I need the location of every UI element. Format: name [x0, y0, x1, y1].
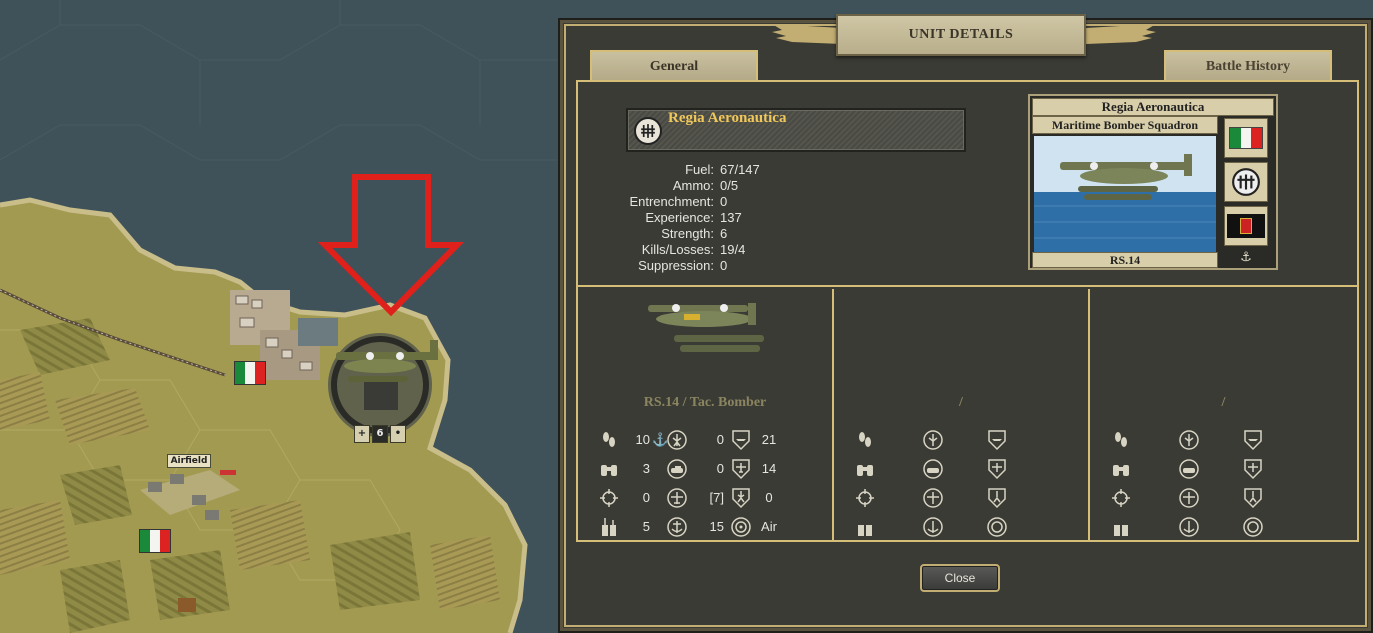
ground-defense-icon	[1242, 487, 1264, 509]
soft-attack-icon	[1178, 429, 1200, 451]
card-header: Regia Aeronautica	[1032, 98, 1274, 116]
stat-strength: Strength: 6	[661, 226, 728, 241]
soft-attack-icon	[922, 429, 944, 451]
naval-attack-icon	[666, 516, 688, 538]
panel-title: UNIT DETAILS	[836, 14, 1086, 56]
stat-experience: Experience: 137	[645, 210, 742, 225]
watchtower	[178, 598, 196, 612]
naval-defense-icon	[986, 429, 1008, 451]
range-crosshair-icon	[598, 487, 620, 509]
range-crosshair-icon	[854, 487, 876, 509]
stat-ammo: Ammo: 0/5	[672, 178, 739, 193]
air-defense-icon	[730, 458, 752, 480]
target-type-icon	[986, 516, 1008, 538]
naval-attack-icon	[1178, 516, 1200, 538]
hard-attack-icon	[1178, 458, 1200, 480]
soft-attack-icon	[666, 429, 688, 451]
stat-kills-losses: Kills/Losses: 19/4	[641, 242, 746, 257]
wing-ornament-left-icon	[772, 24, 842, 44]
unit-stats: Fuel: 67/147 Ammo: 0/5 Entrenchment: 0 Expe…	[604, 162, 760, 274]
binoculars-icon	[598, 458, 620, 480]
binoculars-icon	[854, 458, 876, 480]
unit-details-panel: UNIT DETAILS General Battle History Regi…	[558, 14, 1373, 633]
unit-slot-2[interactable]: /	[834, 289, 1090, 542]
footprints-icon	[598, 429, 620, 451]
slot-unit-name: /	[959, 395, 963, 410]
unit-attributes-grid	[854, 425, 1074, 541]
unit-strength-badge[interactable]: + 6 •	[354, 425, 406, 443]
airfield-label: Airfield	[167, 454, 211, 468]
card-side-icons: ⚓	[1222, 118, 1272, 265]
close-button[interactable]: Close	[920, 564, 1000, 592]
italy-flag-icon	[1224, 118, 1268, 158]
italy-flag-town	[234, 361, 266, 385]
badge-move-type: +	[354, 425, 370, 443]
unit-summary: Regia Aeronautica Fuel: 67/147 Ammo: 0/5 E…	[578, 82, 1357, 287]
unit-name-bar: Regia Aeronautica	[626, 108, 966, 152]
radio-icon	[1110, 516, 1132, 538]
naval-attack-icon	[922, 516, 944, 538]
badge-status: •	[390, 425, 406, 443]
card-subtitle: Maritime Bomber Squadron	[1032, 116, 1218, 134]
tab-general[interactable]: General	[590, 50, 758, 82]
radio-icon	[598, 516, 620, 538]
unit-card: Regia Aeronautica Maritime Bomber Squadr…	[1028, 94, 1278, 270]
regia-marina-flag-icon	[1224, 206, 1268, 246]
naval-defense-icon	[730, 429, 752, 451]
slot-unit-name: /	[1221, 395, 1226, 410]
branch-emblem-icon	[634, 117, 662, 145]
unit-photo	[1034, 136, 1216, 252]
stat-fuel: Fuel: 67/147	[685, 162, 760, 177]
unit-slot-3[interactable]: /	[1090, 289, 1357, 542]
air-attack-icon	[1178, 487, 1200, 509]
binoculars-icon	[1110, 458, 1132, 480]
target-type-icon	[730, 516, 752, 538]
radio-icon	[854, 516, 876, 538]
unit-attributes-grid	[1110, 425, 1330, 541]
footprints-icon	[854, 429, 876, 451]
air-attack-icon	[666, 487, 688, 509]
anchor-icon: ⚓	[652, 431, 669, 447]
attr-row-spotting: 3 0 14	[598, 454, 818, 483]
badge-strength: 6	[372, 425, 388, 443]
card-model: RS.14	[1032, 252, 1218, 268]
attr-row-movement: 10 ⚓ 0 21	[598, 425, 818, 454]
italy-flag-airfield	[139, 529, 171, 553]
hard-attack-icon	[922, 458, 944, 480]
unit-slot-1[interactable]: RS.14 / Tac. Bomber 10 ⚓ 0 21 3 0 14 0 […	[578, 289, 834, 542]
unit-name: Regia Aeronautica	[668, 110, 787, 126]
details-content: Regia Aeronautica Fuel: 67/147 Ammo: 0/5 E…	[576, 80, 1359, 542]
target-type-icon	[1242, 516, 1264, 538]
slot-unit-name: RS.14 / Tac. Bomber	[643, 395, 767, 410]
naval-defense-icon	[1242, 429, 1264, 451]
attr-row-range: 0 [7] 0	[598, 483, 818, 512]
tab-battle-history[interactable]: Battle History	[1164, 50, 1332, 82]
air-defense-icon	[986, 458, 1008, 480]
range-crosshair-icon	[1110, 487, 1132, 509]
footprints-icon	[1110, 429, 1132, 451]
anchor-icon: ⚓	[1240, 250, 1252, 265]
stat-entrenchment: Entrenchment: 0	[629, 194, 728, 209]
hard-attack-icon	[666, 458, 688, 480]
attr-row-initiative: 5 15 Air	[598, 512, 818, 541]
air-attack-icon	[922, 487, 944, 509]
unit-aircraft-image	[648, 303, 764, 352]
wing-ornament-right-icon	[1086, 24, 1156, 44]
air-defense-icon	[1242, 458, 1264, 480]
game-screen: Airfield + 6 • UNIT DETAILS General Batt…	[0, 0, 1373, 633]
branch-emblem-icon	[1224, 162, 1268, 202]
ground-defense-icon	[986, 487, 1008, 509]
unit-attributes-grid: 10 ⚓ 0 21 3 0 14 0 [7] 0 5 15 Air	[598, 425, 818, 541]
ground-defense-icon	[730, 487, 752, 509]
stat-suppression: Suppression: 0	[638, 258, 728, 273]
